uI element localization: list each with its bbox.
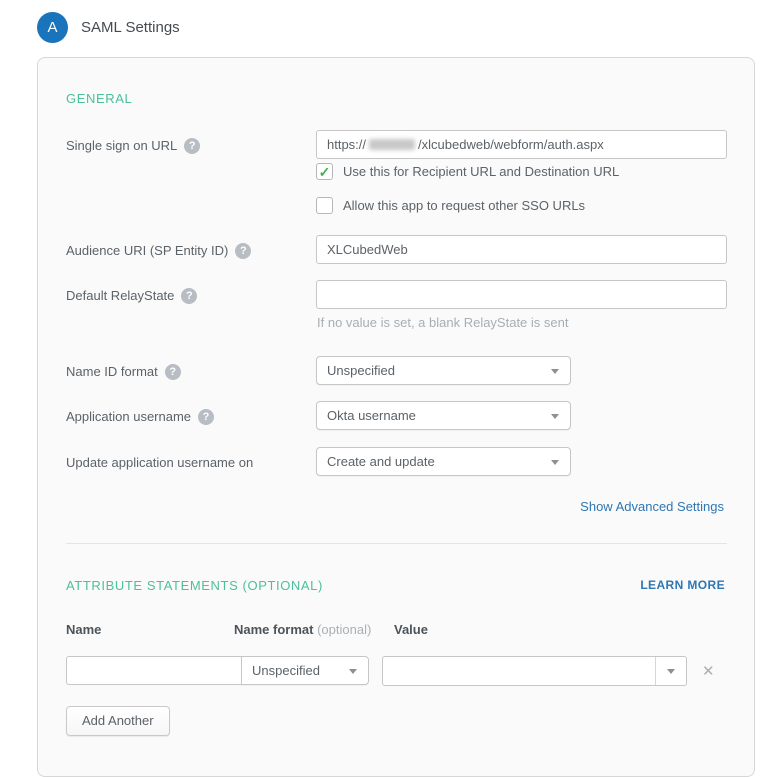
help-icon[interactable]: ? [184,138,200,154]
other-sso-checkbox-label: Allow this app to request other SSO URLs [343,198,585,213]
learn-more-link[interactable]: LEARN MORE [640,578,725,592]
audience-uri-label: Audience URI (SP Entity ID)? [66,235,311,264]
application-username-label: Application username? [66,401,311,430]
app-header: A SAML Settings [37,12,180,43]
chevron-down-icon [667,669,675,674]
app-avatar: A [37,12,68,43]
attribute-value-dropdown-button[interactable] [655,657,686,685]
help-icon[interactable]: ? [165,364,181,380]
saml-settings-panel: GENERAL Single sign on URL? https:// /xlc… [37,57,755,777]
recipient-url-checkbox[interactable]: ✓ [316,163,333,180]
recipient-url-checkbox-row: ✓ Use this for Recipient URL and Destina… [316,163,619,180]
name-id-format-selected-value: Unspecified [327,363,395,378]
attribute-statements-section-title: ATTRIBUTE STATEMENTS (OPTIONAL) [66,578,323,593]
update-app-username-label-text: Update application username on [66,455,253,470]
general-section-title: GENERAL [66,91,132,106]
chevron-down-icon [349,669,357,674]
attribute-value-input[interactable] [383,657,655,685]
help-icon[interactable]: ? [235,243,251,259]
relay-state-hint: If no value is set, a blank RelayState i… [317,315,568,330]
column-header-name-format: Name format (optional) [234,622,371,637]
other-sso-checkbox[interactable] [316,197,333,214]
relay-state-label: Default RelayState? [66,280,311,309]
relay-state-label-text: Default RelayState [66,288,174,303]
checkmark-icon: ✓ [319,165,331,179]
remove-attribute-button[interactable]: ✕ [702,662,715,680]
column-header-value: Value [394,622,428,637]
help-icon[interactable]: ? [181,288,197,304]
sso-url-label: Single sign on URL? [66,130,311,159]
application-username-select[interactable]: Okta username [316,401,571,430]
relay-state-input[interactable] [316,280,727,309]
sso-url-value-prefix: https:// [327,137,366,152]
application-username-selected-value: Okta username [327,408,416,423]
show-advanced-settings-link[interactable]: Show Advanced Settings [580,499,724,514]
audience-uri-label-text: Audience URI (SP Entity ID) [66,243,228,258]
chevron-down-icon [551,369,559,374]
avatar-letter: A [47,19,57,36]
section-divider [66,543,727,544]
name-id-format-label-text: Name ID format [66,364,158,379]
recipient-url-checkbox-label: Use this for Recipient URL and Destinati… [343,164,619,179]
sso-url-value-suffix: /xlcubedweb/webform/auth.aspx [418,137,604,152]
other-sso-checkbox-row: Allow this app to request other SSO URLs [316,197,585,214]
chevron-down-icon [551,460,559,465]
sso-url-input[interactable]: https:// /xlcubedweb/webform/auth.aspx [316,130,727,159]
name-id-format-select[interactable]: Unspecified [316,356,571,385]
update-app-username-selected-value: Create and update [327,454,435,469]
redacted-hostname [369,139,415,150]
attribute-name-format-selected-value: Unspecified [252,663,320,678]
column-header-optional-note: (optional) [317,622,371,637]
column-header-name-format-text: Name format [234,622,313,637]
attribute-name-format-select[interactable]: Unspecified [241,656,369,685]
update-app-username-label: Update application username on [66,447,311,476]
application-username-label-text: Application username [66,409,191,424]
name-id-format-label: Name ID format? [66,356,311,385]
add-another-button[interactable]: Add Another [66,706,170,736]
attribute-name-input[interactable] [66,656,242,685]
attribute-value-combo [382,656,687,686]
page-title: SAML Settings [81,19,180,36]
audience-uri-input[interactable] [316,235,727,264]
column-header-name: Name [66,622,101,637]
chevron-down-icon [551,414,559,419]
update-app-username-select[interactable]: Create and update [316,447,571,476]
sso-url-label-text: Single sign on URL [66,138,177,153]
help-icon[interactable]: ? [198,409,214,425]
